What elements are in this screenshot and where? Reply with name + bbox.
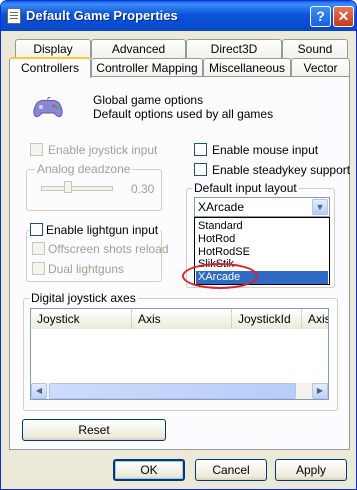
window-title: Default Game Properties <box>26 8 178 23</box>
apply-button[interactable]: Apply <box>275 459 347 481</box>
horizontal-scrollbar[interactable]: ◀ ▶ <box>31 383 328 399</box>
deadzone-value: 0.30 <box>131 182 155 196</box>
list-header: Joystick Axis JoystickId Axis <box>31 309 328 330</box>
scrollbar-thumb[interactable] <box>49 383 296 399</box>
dropdown-option-standard[interactable]: Standard <box>196 220 328 233</box>
enable-mouse-label: Enable mouse input <box>212 143 319 157</box>
tab-strip: Display Advanced Direct3D Sound Controll… <box>9 39 350 79</box>
enable-lightgun-checkbox[interactable] <box>30 223 43 236</box>
chevron-down-icon[interactable]: ▼ <box>312 199 328 215</box>
scroll-right-icon[interactable]: ▶ <box>312 383 328 399</box>
offscreen-reload-checkbox[interactable] <box>32 242 45 255</box>
ok-button[interactable]: OK <box>113 459 185 481</box>
dropdown-option-hotrod[interactable]: HotRod <box>196 233 328 246</box>
enable-joystick-label: Enable joystick input <box>48 143 158 157</box>
cancel-button[interactable]: Cancel <box>195 459 267 481</box>
input-layout-title: Default input layout <box>192 181 299 195</box>
help-button[interactable]: ? <box>310 6 331 27</box>
column-joystick-id[interactable]: JoystickId <box>232 309 302 329</box>
dual-lightguns-checkbox[interactable] <box>32 262 45 275</box>
tab-controllers[interactable]: Controllers <box>9 57 91 78</box>
column-axis[interactable]: Axis <box>132 309 232 329</box>
enable-joystick-checkbox[interactable] <box>30 143 43 156</box>
tab-display[interactable]: Display <box>15 39 91 58</box>
input-layout-combo[interactable]: XArcade ▼ <box>194 197 330 217</box>
header-subtitle: Default options used by all games <box>93 107 274 121</box>
deadzone-slider-track <box>41 186 113 191</box>
title-bar[interactable]: Default Game Properties ? ✕ <box>1 1 356 31</box>
scroll-left-icon[interactable]: ◀ <box>31 383 47 399</box>
analog-deadzone-title: Analog deadzone <box>35 162 133 176</box>
properties-icon <box>7 8 21 24</box>
properties-window: Default Game Properties ? ✕ Display Adva… <box>0 0 357 490</box>
highlight-annotation <box>182 263 258 289</box>
reset-button[interactable]: Reset <box>22 419 166 441</box>
header-title: Global game options <box>93 93 204 107</box>
column-joystick[interactable]: Joystick <box>31 309 132 329</box>
tab-miscellaneous[interactable]: Miscellaneous <box>203 58 291 77</box>
enable-mouse-checkbox[interactable] <box>194 143 207 156</box>
joystick-axes-title: Digital joystick axes <box>29 291 138 305</box>
tab-direct3d[interactable]: Direct3D <box>186 39 282 58</box>
input-layout-selected: XArcade <box>198 200 245 214</box>
column-axis-2[interactable]: Axis <box>302 309 328 329</box>
gamepad-icon <box>33 97 63 118</box>
joystick-axes-list[interactable]: Joystick Axis JoystickId Axis ◀ ▶ <box>30 308 329 400</box>
deadzone-slider[interactable] <box>64 181 72 193</box>
tab-vector[interactable]: Vector <box>291 58 350 77</box>
enable-lightgun-label: Enable lightgun input <box>44 223 161 237</box>
enable-steadykey-label: Enable steadykey support <box>212 163 351 177</box>
close-button[interactable]: ✕ <box>333 6 354 27</box>
tab-advanced[interactable]: Advanced <box>91 39 186 58</box>
enable-steadykey-checkbox[interactable] <box>194 163 207 176</box>
tab-controller-mapping[interactable]: Controller Mapping <box>91 58 203 77</box>
list-body <box>31 329 328 383</box>
dual-lightguns-label: Dual lightguns <box>48 262 125 276</box>
offscreen-reload-label: Offscreen shots reload <box>48 242 169 256</box>
tab-sound[interactable]: Sound <box>282 39 348 58</box>
